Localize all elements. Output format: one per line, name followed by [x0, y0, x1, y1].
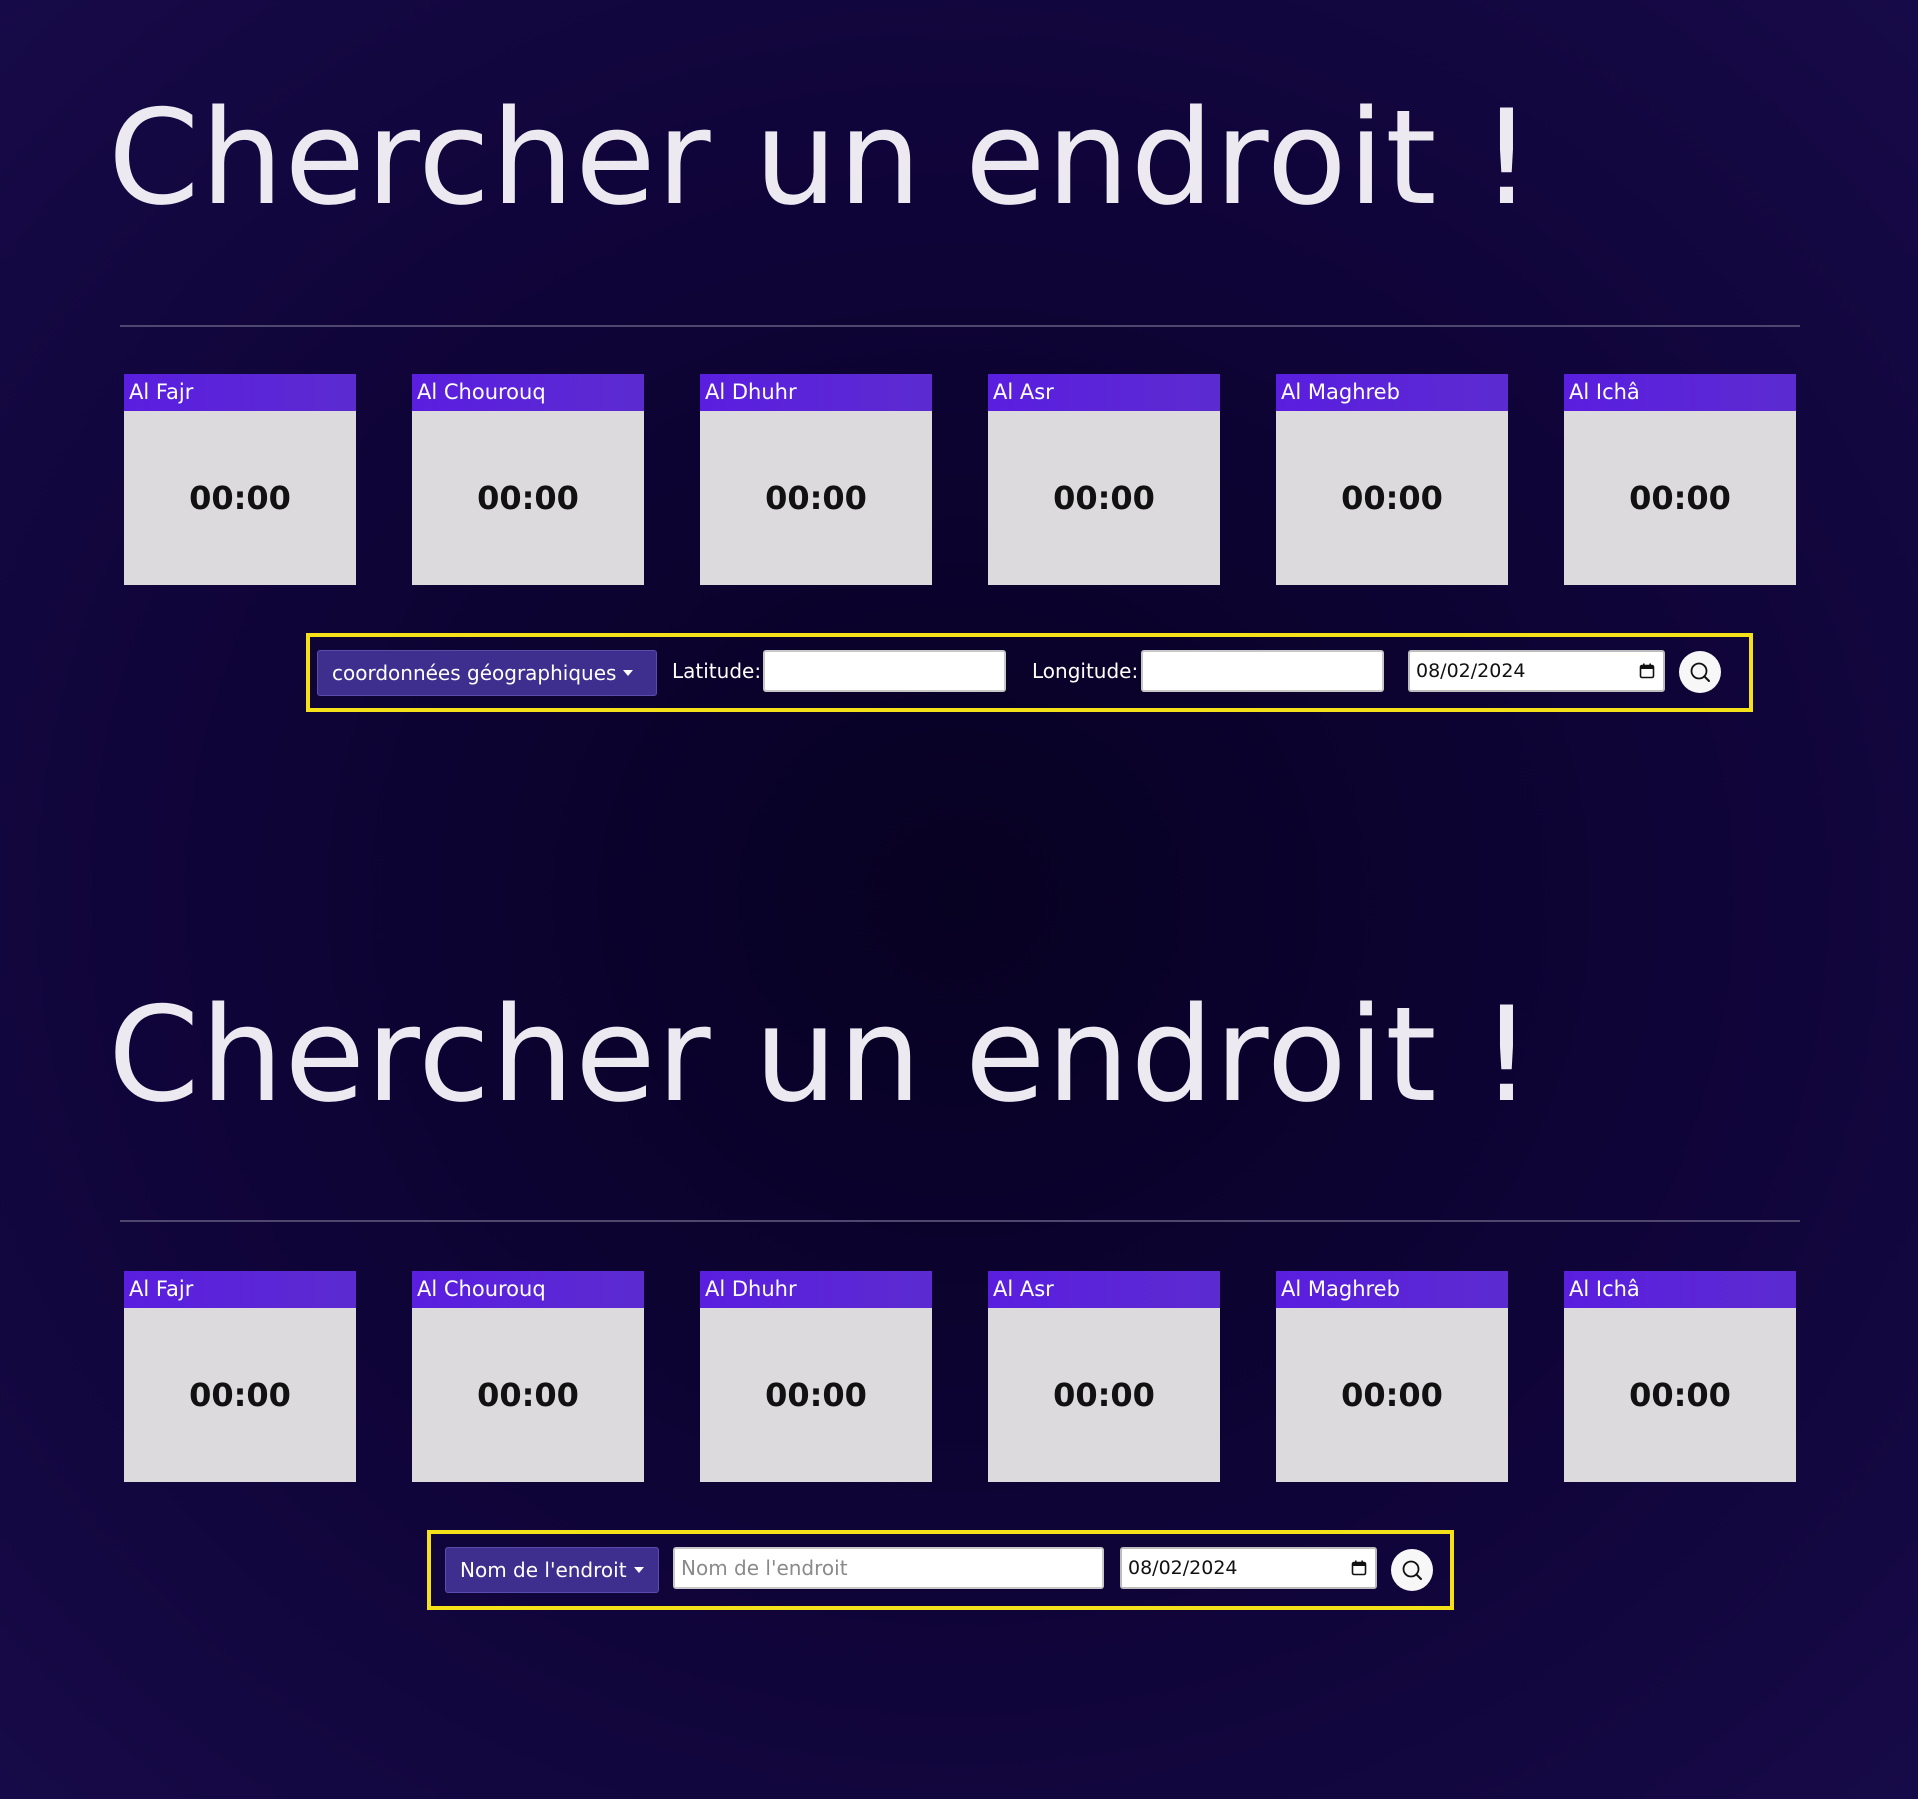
prayer-time: 00:00: [1341, 479, 1443, 517]
prayer-name: Al Asr: [988, 374, 1220, 411]
longitude-label: Longitude:: [1032, 659, 1139, 683]
prayer-card-dhuhr: Al Dhuhr 00:00: [700, 1271, 932, 1482]
date-input[interactable]: 08/02/2024: [1120, 1547, 1377, 1589]
prayer-time: 00:00: [1053, 1376, 1155, 1414]
search-mode-dropdown[interactable]: Nom de l'endroit: [445, 1547, 659, 1593]
prayer-name: Al Fajr: [124, 1271, 356, 1308]
place-name-input[interactable]: [673, 1547, 1104, 1589]
date-value: 08/02/2024: [1416, 660, 1526, 682]
date-input[interactable]: 08/02/2024: [1408, 650, 1665, 692]
prayer-name: Al Ichâ: [1564, 374, 1796, 411]
prayer-card-fajr: Al Fajr 00:00: [124, 1271, 356, 1482]
prayer-card-maghreb: Al Maghreb 00:00: [1276, 374, 1508, 585]
chevron-down-icon: [623, 670, 634, 676]
longitude-input[interactable]: [1141, 650, 1384, 692]
prayer-time: 00:00: [189, 1376, 291, 1414]
calendar-icon[interactable]: [1639, 663, 1655, 679]
prayer-time: 00:00: [765, 1376, 867, 1414]
search-icon: [1690, 662, 1710, 682]
prayer-name: Al Asr: [988, 1271, 1220, 1308]
prayer-card-icha: Al Ichâ 00:00: [1564, 374, 1796, 585]
prayer-name: Al Ichâ: [1564, 1271, 1796, 1308]
prayer-name: Al Dhuhr: [700, 1271, 932, 1308]
search-button[interactable]: [1679, 651, 1721, 693]
prayer-name: Al Chourouq: [412, 1271, 644, 1308]
calendar-icon[interactable]: [1351, 1560, 1367, 1576]
prayer-time: 00:00: [477, 1376, 579, 1414]
search-button[interactable]: [1391, 1549, 1433, 1591]
prayer-time: 00:00: [765, 479, 867, 517]
prayer-time: 00:00: [1341, 1376, 1443, 1414]
prayer-card-asr: Al Asr 00:00: [988, 374, 1220, 585]
latitude-label: Latitude:: [672, 659, 762, 683]
prayer-time: 00:00: [477, 479, 579, 517]
prayer-time: 00:00: [1629, 479, 1731, 517]
prayer-card-icha: Al Ichâ 00:00: [1564, 1271, 1796, 1482]
divider: [120, 325, 1800, 327]
prayer-card-dhuhr: Al Dhuhr 00:00: [700, 374, 932, 585]
search-mode-dropdown[interactable]: coordonnées géographiques: [317, 650, 657, 696]
search-section-place-name: Chercher un endroit ! Al Fajr 00:00 Al C…: [0, 897, 1918, 1657]
prayer-card-chourouq: Al Chourouq 00:00: [412, 1271, 644, 1482]
date-value: 08/02/2024: [1128, 1557, 1238, 1579]
prayer-time: 00:00: [1629, 1376, 1731, 1414]
prayer-time: 00:00: [189, 479, 291, 517]
dropdown-label: Nom de l'endroit: [460, 1558, 627, 1582]
prayer-card-maghreb: Al Maghreb 00:00: [1276, 1271, 1508, 1482]
prayer-card-chourouq: Al Chourouq 00:00: [412, 374, 644, 585]
prayer-name: Al Dhuhr: [700, 374, 932, 411]
page-title: Chercher un endroit !: [108, 978, 1534, 1131]
dropdown-label: coordonnées géographiques: [332, 661, 617, 685]
search-icon: [1402, 1560, 1422, 1580]
prayer-name: Al Fajr: [124, 374, 356, 411]
chevron-down-icon: [633, 1567, 644, 1573]
prayer-time: 00:00: [1053, 479, 1155, 517]
prayer-name: Al Maghreb: [1276, 1271, 1508, 1308]
divider: [120, 1220, 1800, 1222]
prayer-card-fajr: Al Fajr 00:00: [124, 374, 356, 585]
latitude-input[interactable]: [763, 650, 1006, 692]
prayer-name: Al Maghreb: [1276, 374, 1508, 411]
page-title: Chercher un endroit !: [108, 81, 1534, 234]
prayer-card-asr: Al Asr 00:00: [988, 1271, 1220, 1482]
prayer-name: Al Chourouq: [412, 374, 644, 411]
search-section-coordinates: Chercher un endroit ! Al Fajr 00:00 Al C…: [0, 0, 1918, 760]
